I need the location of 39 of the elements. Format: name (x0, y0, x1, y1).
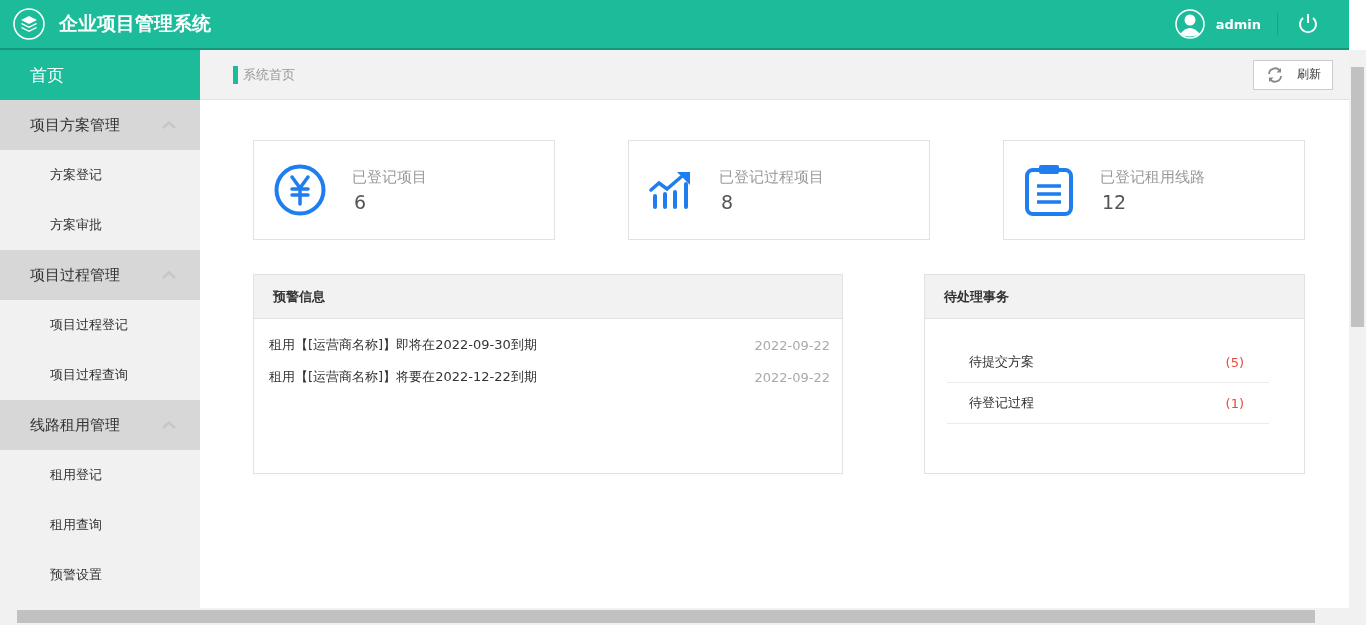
task-count: (5) (1225, 354, 1244, 370)
panel-title: 预警信息 (273, 287, 325, 306)
horizontal-scrollbar[interactable] (0, 608, 1366, 625)
stat-label: 已登记租用线路 (1100, 167, 1205, 187)
menu-item[interactable]: 方案审批 (50, 216, 102, 234)
yen-icon (274, 164, 326, 216)
refresh-icon (1265, 65, 1284, 84)
task-count: (1) (1225, 395, 1244, 411)
breadcrumb: 系统首页 (243, 65, 295, 84)
menu-item[interactable]: 项目过程查询 (50, 366, 128, 384)
menu-group-header[interactable]: 项目方案管理 (0, 100, 200, 150)
stat-value: 6 (353, 190, 368, 213)
breadcrumb-marker (233, 65, 238, 84)
stat-value: 8 (720, 190, 735, 213)
clipboard-icon (1024, 164, 1074, 216)
warning-message[interactable]: 租用【[运营商名称]】将要在2022-12-22到期 (269, 368, 537, 386)
menu-item[interactable]: 租用查询 (50, 516, 102, 534)
menu-item[interactable]: 项目过程登记 (50, 316, 128, 334)
menu-group-header[interactable]: 项目过程管理 (0, 250, 200, 300)
warning-date: 2022-09-22 (754, 369, 830, 385)
power-icon[interactable] (1297, 13, 1319, 35)
user-avatar-icon[interactable] (1174, 9, 1205, 39)
menu-item[interactable]: 方案登记 (50, 166, 102, 184)
stat-label: 已登记过程项目 (719, 167, 824, 187)
vertical-scrollbar[interactable] (1349, 50, 1366, 608)
panel-title: 待处理事务 (944, 287, 1009, 306)
warning-message[interactable]: 租用【[运营商名称]】即将在2022-09-30到期 (269, 336, 537, 354)
stat-value: 12 (1101, 190, 1128, 213)
pending-task[interactable]: 待登记过程 (969, 394, 1034, 412)
refresh-button[interactable]: 刷新 (1253, 59, 1333, 90)
pending-task[interactable]: 待提交方案 (969, 353, 1034, 371)
rising-chart-icon (649, 170, 693, 210)
menu-item[interactable]: 预警设置 (50, 566, 102, 584)
app-title: 企业项目管理系统 (59, 11, 211, 36)
layers-icon (13, 8, 45, 40)
stat-label: 已登记项目 (352, 167, 427, 187)
menu-group-header[interactable]: 线路租用管理 (0, 400, 200, 450)
warning-date: 2022-09-22 (754, 337, 830, 353)
menu-item[interactable]: 租用登记 (50, 466, 102, 484)
